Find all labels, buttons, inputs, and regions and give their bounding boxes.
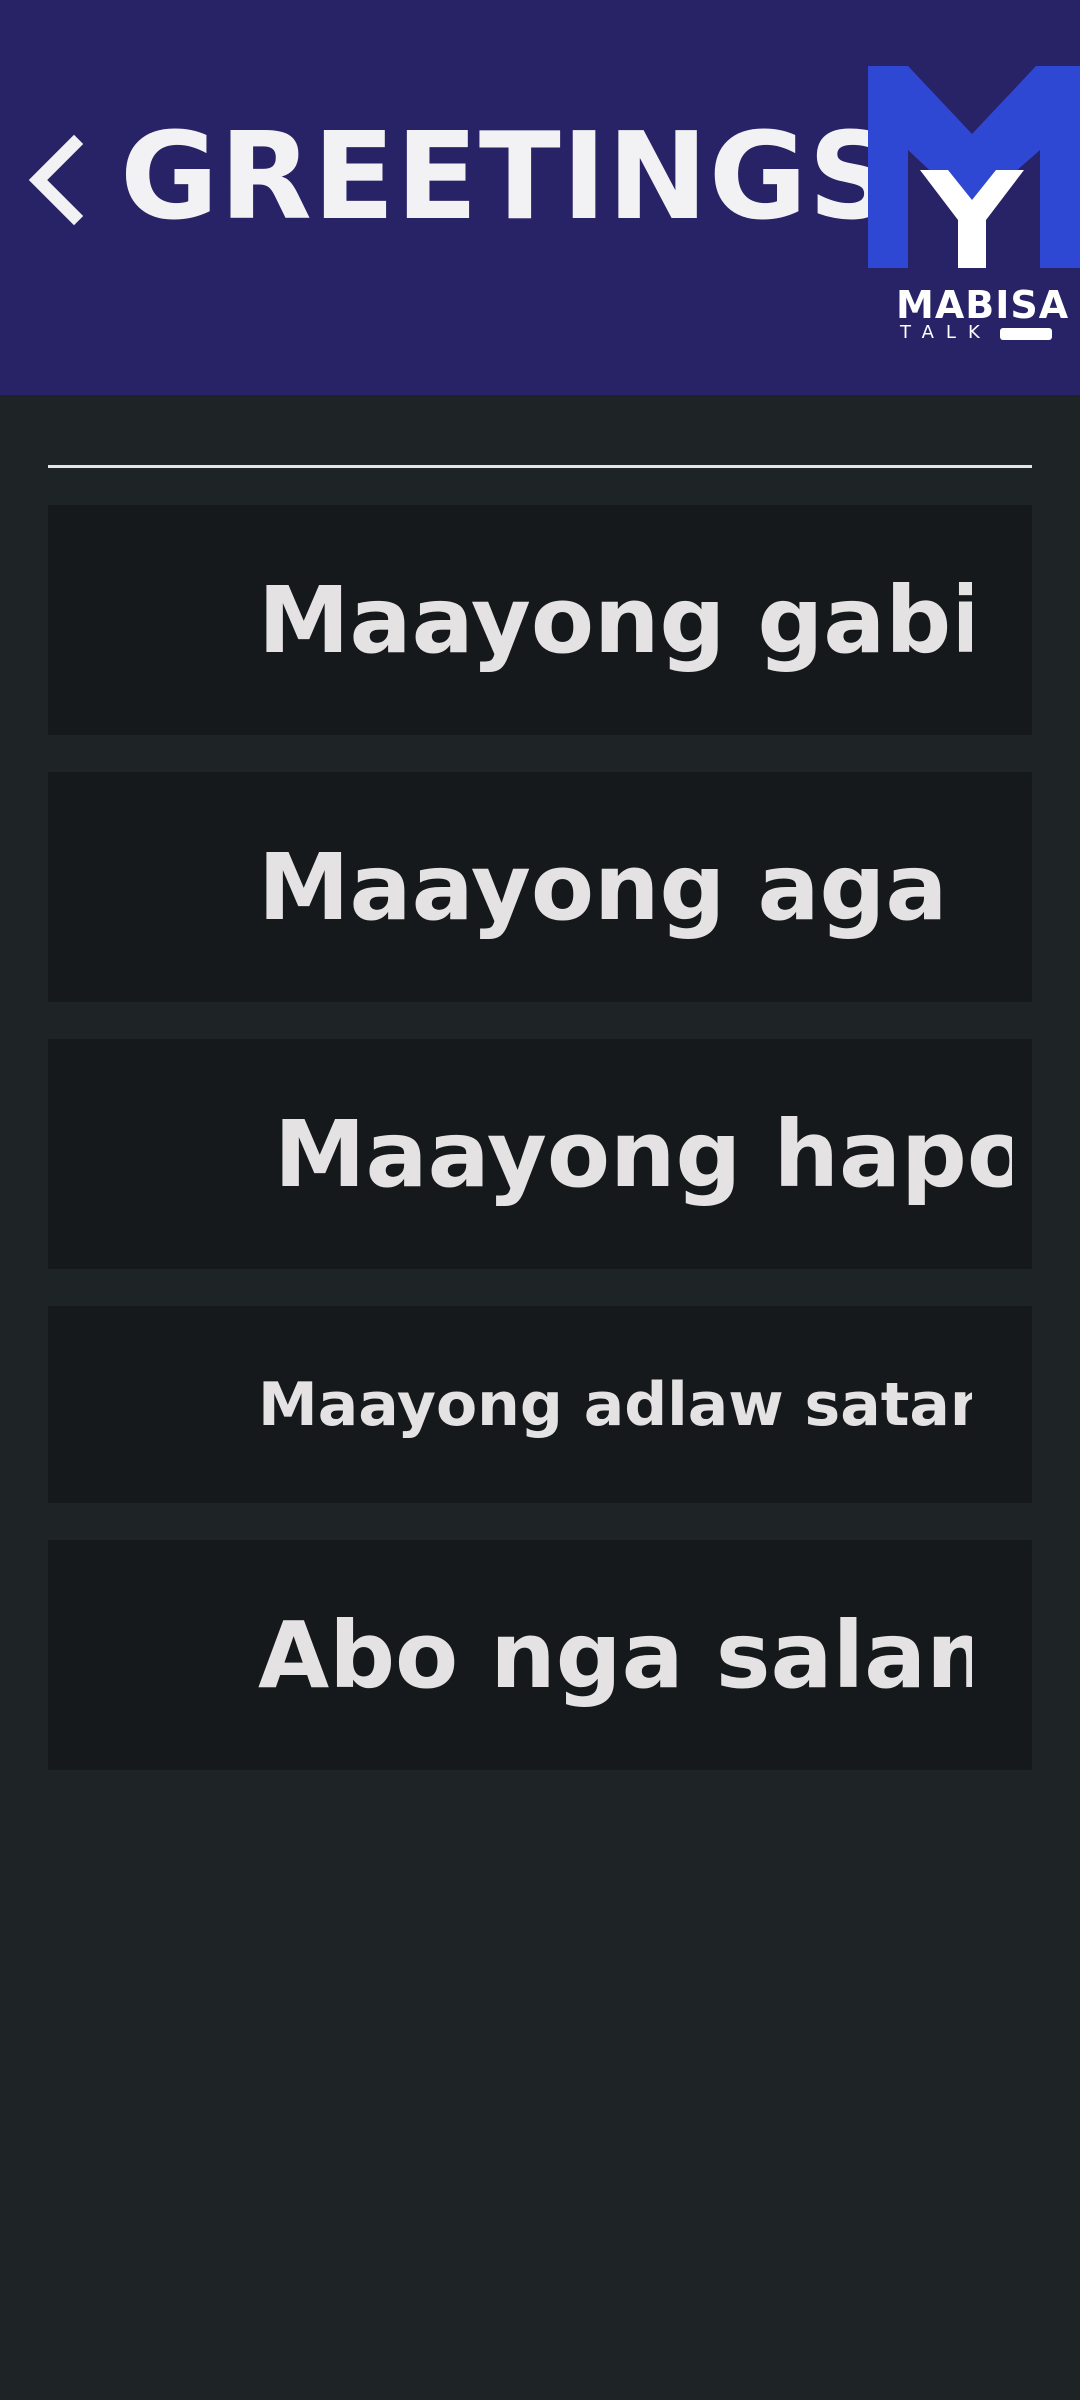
logo-wordmark: MABISA xyxy=(896,283,1070,327)
phrase-button-maayong-gabi[interactable]: Maayong gabi xyxy=(48,505,1032,735)
phrase-label: Abo nga salamt xyxy=(258,1601,972,1709)
phrase-label: Maayong hapon xyxy=(274,1100,1012,1208)
app-header: GREETINGS MABISA TALK xyxy=(0,0,1080,395)
phrase-label: Maayong gabi xyxy=(258,566,972,674)
divider xyxy=(48,465,1032,468)
app-logo: MABISA TALK xyxy=(864,60,1080,350)
phrase-button-maayong-hapon[interactable]: Maayong hapon xyxy=(48,1039,1032,1269)
logo-subtext: TALK xyxy=(900,322,992,343)
phrase-button-abo-nga-salamt[interactable]: Abo nga salamt xyxy=(48,1540,1032,1770)
logo-dash xyxy=(1000,328,1052,340)
page-title: GREETINGS xyxy=(120,108,896,247)
back-button[interactable] xyxy=(22,128,98,232)
mabisa-logo-icon xyxy=(868,66,1080,268)
phrase-label: Maayong adlaw satanan xyxy=(258,1369,972,1440)
chevron-left-icon xyxy=(28,134,84,226)
phrase-label: Maayong aga xyxy=(258,833,948,941)
phrase-button-maayong-adlaw-satanan[interactable]: Maayong adlaw satanan xyxy=(48,1306,1032,1503)
phrase-button-maayong-aga[interactable]: Maayong aga xyxy=(48,772,1032,1002)
